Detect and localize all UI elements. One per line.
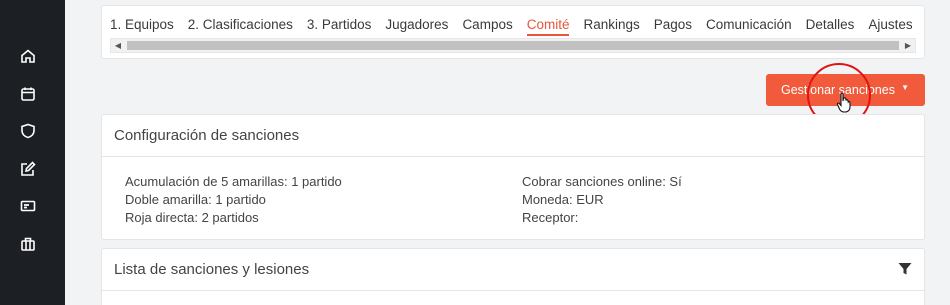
- config-payment-item: Moneda: EUR: [522, 192, 604, 207]
- sanctions-list-card: Lista de sanciones y lesiones: [101, 248, 925, 305]
- config-rule: Acumulación de 5 amarillas: 1 partido: [125, 174, 342, 189]
- scrollbar-thumb[interactable]: [127, 41, 899, 50]
- tab-campos[interactable]: Campos: [462, 16, 512, 36]
- tab-detalles[interactable]: Detalles: [806, 16, 855, 36]
- scroll-right-icon[interactable]: ▶: [901, 39, 915, 52]
- tab-clasificaciones[interactable]: 2. Clasificaciones: [188, 16, 293, 36]
- calendar-icon[interactable]: [19, 85, 37, 103]
- scroll-left-icon[interactable]: ◀: [111, 39, 125, 52]
- tab-equipos[interactable]: 1. Equipos: [110, 16, 174, 36]
- config-rule: Doble amarilla: 1 partido: [125, 192, 266, 207]
- edit-icon[interactable]: [19, 160, 37, 178]
- tab-comite[interactable]: Comité: [526, 16, 570, 36]
- card-icon[interactable]: [19, 197, 37, 215]
- tab-list: 1. Equipos 2. Clasificaciones 3. Partido…: [110, 16, 912, 36]
- home-icon[interactable]: [19, 47, 37, 65]
- filter-icon[interactable]: [898, 262, 912, 276]
- tab-rankings[interactable]: Rankings: [583, 16, 639, 36]
- tab-jugadores[interactable]: Jugadores: [385, 16, 448, 36]
- shield-icon[interactable]: [19, 122, 37, 140]
- tabs-bar: 1. Equipos 2. Clasificaciones 3. Partido…: [101, 5, 925, 59]
- config-rule: Roja directa: 2 partidos: [125, 210, 259, 225]
- config-payment-item: Receptor:: [522, 210, 579, 225]
- tab-partidos[interactable]: 3. Partidos: [307, 16, 372, 36]
- tab-ajustes[interactable]: Ajustes: [868, 16, 912, 36]
- sanctions-list-title: Lista de sanciones y lesiones: [102, 249, 924, 291]
- chevron-down-icon: ▼: [901, 83, 909, 92]
- config-rules-column: Acumulación de 5 amarillas: 1 partido Do…: [125, 173, 342, 227]
- config-payment-item: Cobrar sanciones online: Sí: [522, 174, 682, 189]
- tab-comunicacion[interactable]: Comunicación: [706, 16, 792, 36]
- tab-pagos[interactable]: Pagos: [654, 16, 692, 36]
- config-payment-column: Cobrar sanciones online: Sí Moneda: EUR …: [522, 173, 682, 227]
- hand-cursor-icon: [836, 92, 851, 113]
- briefcase-icon[interactable]: [19, 235, 37, 253]
- sidebar: [0, 0, 65, 305]
- horizontal-scrollbar[interactable]: ◀ ▶: [110, 38, 916, 53]
- sanctions-config-title: Configuración de sanciones: [102, 115, 924, 157]
- sanctions-config-card: Configuración de sanciones Acumulación d…: [101, 114, 925, 240]
